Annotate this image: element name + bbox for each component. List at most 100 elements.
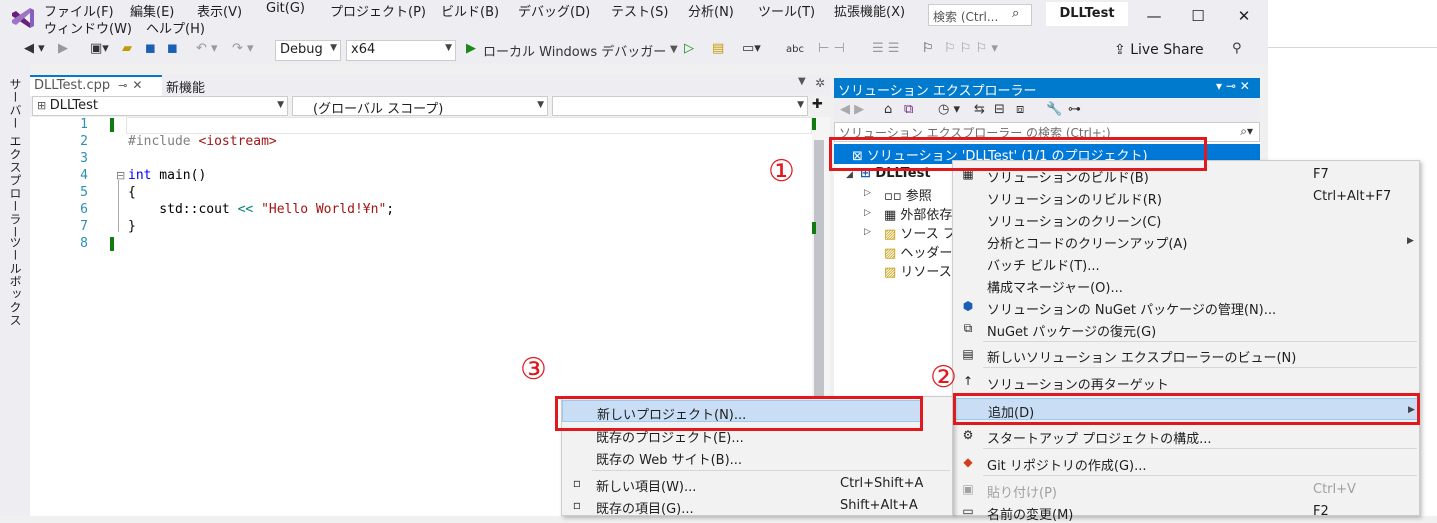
menu-item-label: ソリューションの再ターゲット (987, 378, 1169, 393)
minimize-icon[interactable]: — (1134, 4, 1174, 28)
project-nav-select[interactable]: ⊞ DLLTest ▼ (32, 96, 288, 116)
menu-item-shortcut: Ctrl+Alt+F7 (1313, 189, 1392, 204)
menu-item-shortcut: Ctrl+Shift+A (840, 476, 924, 491)
server-explorer-tab[interactable]: サーバー エクスプローラー (7, 78, 24, 239)
platform-select[interactable]: x64 ▼ (346, 40, 456, 61)
redo-icon[interactable]: ↷ ▾ (232, 41, 254, 56)
config-select[interactable]: Debug ▼ (275, 40, 341, 61)
type-keyword: int (128, 168, 152, 183)
back-icon[interactable]: ◀ ▶ (840, 102, 864, 117)
project-icon: ⊞ (37, 99, 50, 112)
chevron-right-icon[interactable]: ▷ (864, 208, 871, 218)
spellcheck-icon[interactable]: abc (786, 44, 804, 55)
start-debug-button[interactable]: ローカル Windows デバッガー (483, 41, 666, 60)
menu-item-paste[interactable]: ▣ 貼り付け(P) Ctrl+V (953, 479, 1419, 501)
new-project-icon[interactable]: ▣▾ (90, 41, 109, 56)
menu-item-config-manager[interactable]: 構成マネージャー(O)... (953, 274, 1419, 296)
menu-item-label: Git リポジトリの作成(G)... (987, 459, 1147, 474)
menu-item-create-git-repo[interactable]: ◆ Git リポジトリの作成(G)... (953, 452, 1419, 474)
menu-item-label: 名前の変更(M) (987, 508, 1074, 523)
menu-item-shortcut: Shift+Alt+A (840, 498, 918, 513)
chevron-down-icon[interactable]: ▼ (670, 44, 678, 55)
menu-item-batch-build[interactable]: バッチ ビルド(T)... (953, 252, 1419, 274)
menu-item-retarget[interactable]: ↑ ソリューションの再ターゲット (953, 371, 1419, 393)
back-icon[interactable]: ◀ ▾ (24, 41, 45, 56)
paste-icon: ▣ (962, 482, 974, 496)
close-icon[interactable]: ✕ (1224, 4, 1264, 28)
start-without-debug-icon[interactable]: ▷ (684, 41, 694, 56)
tree-item-header[interactable]: ▨ ヘッダー (884, 242, 952, 261)
tab-list-icon[interactable]: ▼ (798, 76, 806, 87)
tree-item-source[interactable]: ▨ ソース フ (884, 223, 956, 242)
start-debug-icon[interactable]: ▶ (466, 41, 476, 56)
show-all-files-icon[interactable]: ⧈ (1016, 102, 1024, 117)
menu-build[interactable]: ビルド(B) (441, 1, 499, 20)
chevron-right-icon[interactable]: ▷ (864, 227, 871, 237)
close-tab-icon[interactable]: ✕ (132, 78, 142, 92)
gear-icon[interactable]: ✲ (815, 76, 825, 90)
folder-icon[interactable]: ▤ (712, 41, 724, 56)
feedback-icon[interactable]: ⚲ (1232, 41, 1242, 56)
menu-project[interactable]: プロジェクト(P) (330, 1, 426, 20)
menu-help[interactable]: ヘルプ(H) (146, 18, 205, 37)
menu-separator (983, 341, 1417, 342)
properties-icon[interactable]: 🔧 (1046, 102, 1062, 117)
expanded-icon[interactable]: ◢ (846, 170, 853, 180)
switch-view-icon[interactable]: ⧉ (904, 102, 913, 117)
chevron-down-icon: ▼ (537, 100, 544, 110)
save-all-icon[interactable]: ◼ (167, 41, 178, 56)
window-layout-icon[interactable]: ▭▾ (742, 41, 761, 56)
close-icon[interactable]: ✕ (1240, 79, 1250, 93)
tree-item-references[interactable]: ▫▫ 参照 (884, 185, 932, 204)
tree-item-external[interactable]: ▦ 外部依存 (884, 204, 952, 223)
maximize-icon[interactable]: ☐ (1178, 4, 1218, 28)
pin-icon[interactable]: ⊸ (118, 79, 127, 92)
annotation-box-new-project (555, 396, 923, 431)
split-icon[interactable]: ✚ (812, 97, 823, 112)
menu-test[interactable]: テスト(S) (611, 1, 668, 20)
menu-item-rebuild-solution[interactable]: ソリューションのリビルド(R) Ctrl+Alt+F7 (953, 186, 1419, 208)
scrollbar-thumb[interactable] (814, 140, 824, 400)
forward-icon[interactable]: ▶ (58, 41, 68, 56)
menu-item-existing-website[interactable]: 既存の Web サイト(B)... (562, 446, 952, 468)
open-folder-icon[interactable]: ▰ (122, 41, 132, 56)
live-share-button[interactable]: ⇪ Live Share (1114, 42, 1204, 58)
menu-item-rename[interactable]: ▭ 名前の変更(M) F2 (953, 501, 1419, 523)
pin-icon[interactable]: ⊸ (1226, 79, 1236, 93)
scope-nav-select[interactable]: (グローバル スコープ) ▼ (292, 96, 548, 117)
menu-debug[interactable]: デバッグ(D) (518, 1, 590, 20)
bookmark-icon[interactable]: ⚐ (922, 41, 934, 56)
menu-item-analyze-cleanup[interactable]: 分析とコードのクリーンアップ(A) ▶ (953, 230, 1419, 252)
menu-item-startup-projects[interactable]: ⚙ スタートアップ プロジェクトの構成... (953, 425, 1419, 447)
semicolon: ; (386, 202, 395, 217)
tree-item-resource[interactable]: ▨ リソース (884, 261, 952, 280)
bookmark-prev-icon[interactable]: ⚐ ⚐ ⚐ ▾ (944, 41, 998, 56)
comment-icon[interactable]: ☰ ☰ (872, 41, 899, 56)
menu-item-clean-solution[interactable]: ソリューションのクリーン(C) (953, 208, 1419, 230)
menu-tools[interactable]: ツール(T) (758, 1, 815, 20)
menu-window[interactable]: ウィンドウ(W) (44, 18, 132, 37)
tab-dlltest-cpp[interactable]: DLLTest.cpp ⊸ ✕ (30, 75, 162, 96)
menu-analyze[interactable]: 分析(N) (688, 1, 734, 20)
dropdown-icon[interactable]: ▾ (1216, 79, 1222, 93)
member-nav-select[interactable]: ▼ (552, 96, 808, 116)
tab-whats-new[interactable]: 新機能 (166, 77, 205, 96)
toolbox-tab[interactable]: ツールボックス (7, 236, 24, 327)
menu-extensions[interactable]: 拡張機能(X) (834, 1, 905, 20)
menu-item-manage-nuget[interactable]: ⬢ ソリューションの NuGet パッケージの管理(N)... (953, 296, 1419, 318)
menu-item-new-item[interactable]: ▫ 新しい項目(W)... Ctrl+Shift+A (562, 473, 952, 495)
pending-changes-icon[interactable]: ◷ ▾ (938, 102, 960, 117)
menu-item-existing-item[interactable]: ▫ 既存の項目(G)... Shift+Alt+A (562, 495, 952, 517)
menu-git[interactable]: Git(G) (266, 1, 305, 16)
preview-icon[interactable]: ⊶ (1068, 102, 1081, 117)
menu-item-new-view[interactable]: ▤ 新しいソリューション エクスプローラーのビュー(N) (953, 344, 1419, 366)
save-icon[interactable]: ◼ (145, 41, 156, 56)
home-icon[interactable]: ⌂ (884, 102, 892, 117)
menu-item-restore-nuget[interactable]: ⧉ NuGet パッケージの復元(G) (953, 318, 1419, 340)
sync-icon[interactable]: ⇆ (974, 102, 985, 117)
align-icon[interactable]: ⊢ ⊣ (818, 41, 845, 56)
chevron-right-icon[interactable]: ▷ (864, 188, 871, 198)
undo-icon[interactable]: ↶ ▾ (196, 41, 218, 56)
collapse-all-icon[interactable]: ⊟ (994, 102, 1005, 117)
change-marker (110, 118, 114, 132)
